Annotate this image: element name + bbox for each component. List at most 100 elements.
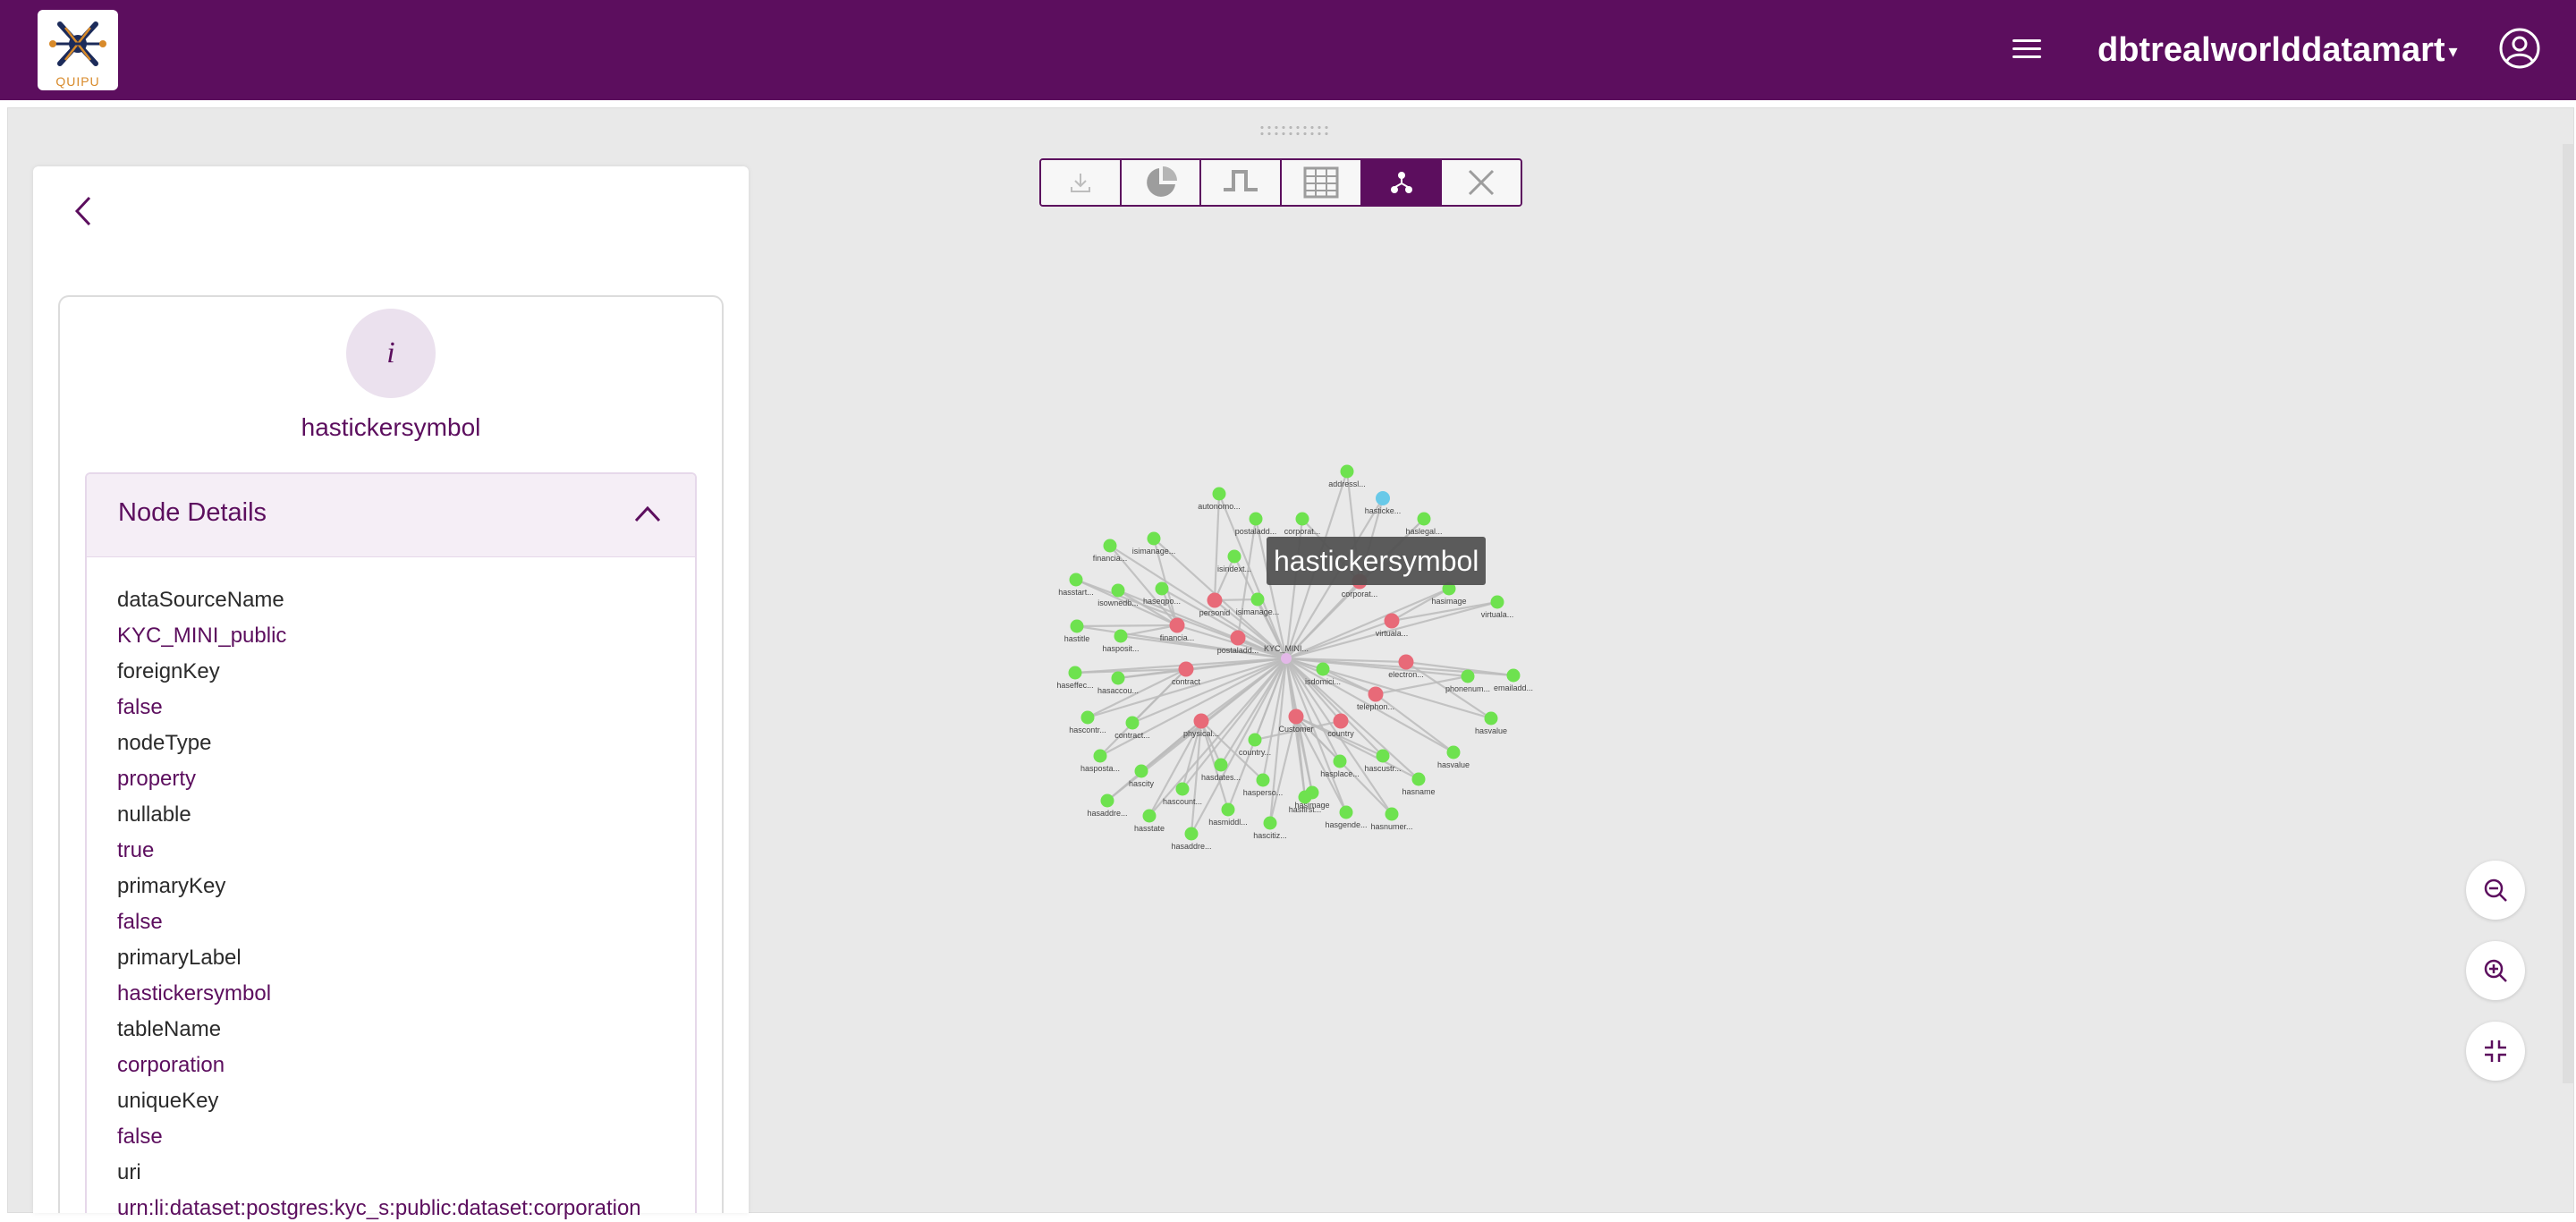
- graph-node-property[interactable]: [1221, 802, 1235, 817]
- graph-node-property[interactable]: [1068, 666, 1082, 680]
- graph-node-label: corporat...: [1342, 590, 1378, 598]
- graph-node-property[interactable]: [1212, 487, 1226, 501]
- node-details-header[interactable]: Node Details: [87, 474, 695, 557]
- detail-key: uri: [117, 1160, 141, 1184]
- graph-node-label: hasposit...: [1102, 644, 1139, 653]
- graph-node-label: financia...: [1160, 633, 1195, 642]
- graph-node-table[interactable]: [1169, 617, 1185, 633]
- detail-value: urn:li:dataset:postgres:kyc_s:public:dat…: [117, 1196, 641, 1220]
- graph-node-property[interactable]: [1484, 711, 1498, 726]
- graph-node-property[interactable]: [1385, 807, 1399, 821]
- graph-node-property[interactable]: [1256, 773, 1270, 787]
- detail-key: tableName: [117, 1017, 222, 1041]
- lineage-step-button[interactable]: [1201, 160, 1283, 205]
- zoom-out-button[interactable]: [2466, 861, 2525, 920]
- graph-node-label: hasplace...: [1320, 769, 1360, 778]
- graph-node-property[interactable]: [1125, 716, 1140, 730]
- graph-node-table[interactable]: [1384, 613, 1400, 629]
- graph-node-label: postaladd...: [1235, 527, 1277, 536]
- graph-node-property[interactable]: [1446, 745, 1461, 760]
- graph-node-table[interactable]: [1368, 686, 1384, 702]
- graph-node-property[interactable]: [1134, 764, 1148, 778]
- graph-node-property[interactable]: [1175, 782, 1190, 796]
- graph-node-property[interactable]: [1333, 754, 1347, 768]
- graph-node-label: hascustr...: [1364, 764, 1401, 773]
- pie-chart-button[interactable]: [1121, 160, 1202, 205]
- zoom-in-button[interactable]: [2466, 941, 2525, 1000]
- graph-node-property[interactable]: [1070, 619, 1084, 633]
- download-button[interactable]: [1041, 160, 1122, 205]
- lineage-step-icon: [1224, 170, 1258, 191]
- detail-key: primaryKey: [117, 874, 226, 898]
- graph-node-datasource[interactable]: [1281, 653, 1292, 664]
- fit-screen-button[interactable]: [2466, 1022, 2525, 1081]
- graph-node-property[interactable]: [1103, 539, 1117, 553]
- detail-value: false: [117, 910, 163, 934]
- graph-node-label: isimanage...: [1132, 547, 1176, 556]
- graph-node-property[interactable]: [1417, 512, 1431, 526]
- graph-node-property[interactable]: [1069, 573, 1083, 587]
- graph-node-table[interactable]: [1230, 630, 1246, 646]
- graph-node-property[interactable]: [1100, 793, 1114, 808]
- graph-node-label: isimanage...: [1236, 607, 1280, 616]
- graph-node-property[interactable]: [1376, 749, 1390, 763]
- graph-node-property[interactable]: [1263, 816, 1277, 830]
- graph-node-table[interactable]: [1288, 709, 1304, 725]
- graph-node-property[interactable]: [1248, 733, 1262, 747]
- graph-node-label: hascity: [1129, 779, 1155, 788]
- graph-node-property[interactable]: [1214, 758, 1228, 772]
- graph-node-property[interactable]: [1111, 671, 1125, 685]
- graph-node-property[interactable]: [1227, 549, 1241, 564]
- table-icon: [1303, 166, 1339, 199]
- detail-value: true: [117, 838, 155, 862]
- graph-node-property[interactable]: [1490, 595, 1504, 609]
- graph-node-property[interactable]: [1184, 827, 1199, 841]
- graph-node-label: physical...: [1183, 729, 1219, 738]
- graph-node-property[interactable]: [1411, 772, 1426, 786]
- table-view-button[interactable]: [1282, 160, 1362, 205]
- selected-node-name: hastickersymbol: [301, 413, 481, 441]
- graph-node-table[interactable]: [1333, 713, 1349, 729]
- node-tooltip: hastickersymbol: [1267, 537, 1487, 585]
- graph-node-property[interactable]: [1147, 531, 1161, 546]
- graph-node-property[interactable]: [1506, 668, 1521, 683]
- graph-node-property[interactable]: [1461, 669, 1475, 683]
- close-view-button[interactable]: [1442, 160, 1521, 205]
- graph-node-property[interactable]: [1155, 581, 1169, 596]
- node-details-title: Node Details: [118, 498, 267, 527]
- detail-value: false: [117, 695, 163, 719]
- graph-node-table[interactable]: [1193, 713, 1209, 729]
- graph-node-label: hasfirst...: [1289, 805, 1322, 814]
- graph-node-property[interactable]: [1142, 809, 1157, 823]
- graph-node-property[interactable]: [1316, 662, 1330, 676]
- zoom-out-icon: [2484, 878, 2507, 902]
- graph-node-property[interactable]: [1298, 790, 1312, 804]
- graph-node-label: hasticke...: [1365, 506, 1402, 515]
- graph-node-property[interactable]: [1114, 629, 1128, 643]
- graph-node-property[interactable]: [1339, 805, 1353, 819]
- graph-edge: [1285, 587, 1450, 660]
- graph-node-property[interactable]: [1093, 749, 1107, 763]
- chevron-up-icon[interactable]: [634, 505, 661, 522]
- graph-node-label: Customer: [1278, 725, 1313, 734]
- graph-node-table[interactable]: [1207, 592, 1223, 608]
- close-icon: [1469, 169, 1495, 196]
- detail-value: KYC_MINI_public: [117, 624, 287, 648]
- graph-node-property[interactable]: [1080, 710, 1095, 725]
- detail-key: nullable: [117, 802, 191, 827]
- graph-node-table[interactable]: [1178, 661, 1194, 677]
- graph-node-selected[interactable]: [1376, 491, 1390, 505]
- graph-node-table[interactable]: [1398, 654, 1414, 670]
- graph-node-property[interactable]: [1249, 512, 1263, 526]
- graph-node-property[interactable]: [1340, 464, 1354, 479]
- graph-view-button[interactable]: [1361, 160, 1443, 205]
- graph-node-property[interactable]: [1295, 512, 1309, 526]
- pie-chart-icon: [1146, 166, 1177, 197]
- graph-node-label: hascontr...: [1069, 726, 1106, 734]
- graph-node-property[interactable]: [1250, 592, 1265, 607]
- graph-node-label: hasvalue: [1437, 760, 1470, 769]
- graph-node-label: haspostа...: [1080, 764, 1120, 773]
- detail-key: primaryLabel: [117, 946, 242, 970]
- graph-node-property[interactable]: [1111, 583, 1125, 598]
- back-chevron-left-icon[interactable]: [72, 195, 95, 227]
